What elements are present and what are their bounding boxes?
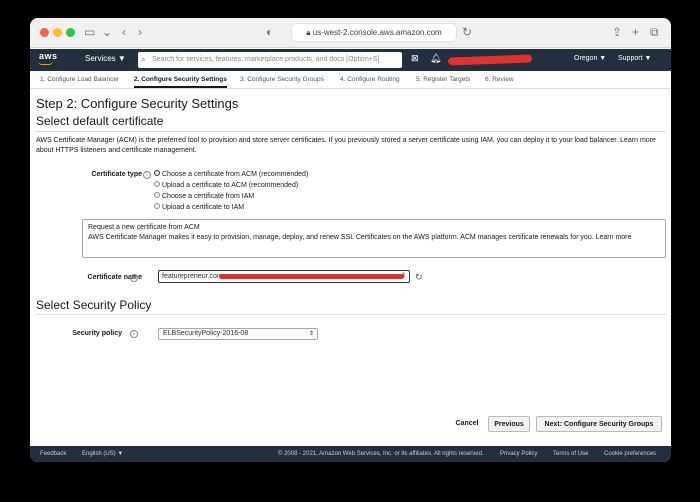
- section-divider: [36, 131, 666, 132]
- certificate-name-select[interactable]: featurepreneur.com ⇕: [158, 270, 410, 283]
- address-bar[interactable]: 🔒︎ us-west-2.console.aws.amazon.com: [292, 24, 456, 41]
- cloudshell-icon[interactable]: ⊠: [411, 53, 419, 64]
- acm-info-box: Request a new certificate from ACM AWS C…: [82, 219, 666, 258]
- security-policy-label: Security policy: [72, 330, 122, 337]
- chevron-updown-icon: ⇕: [400, 273, 406, 279]
- refresh-icon[interactable]: ↻: [415, 272, 423, 283]
- chevron-down-icon[interactable]: ⌄: [102, 24, 112, 40]
- step-configure-load-balancer[interactable]: 1. Configure Load Balancer: [40, 76, 119, 83]
- forward-icon[interactable]: ›: [138, 24, 142, 40]
- back-icon[interactable]: ‹: [122, 24, 126, 40]
- copyright-text: © 2008 - 2021, Amazon Web Services, Inc.…: [278, 451, 484, 457]
- info-icon[interactable]: i: [130, 330, 138, 338]
- chevron-updown-icon: ⇕: [308, 331, 314, 337]
- radio-selected-icon: [154, 170, 160, 177]
- bell-icon[interactable]: 🔔︎: [430, 53, 441, 64]
- support-menu[interactable]: Support ▼: [618, 55, 651, 62]
- radio-icon: [154, 203, 160, 210]
- radio-icon: [154, 181, 160, 188]
- services-menu[interactable]: Services ▼: [85, 54, 126, 63]
- page-title: Step 2: Configure Security Settings: [36, 96, 239, 111]
- section-title-security-policy: Select Security Policy: [36, 298, 152, 312]
- language-selector[interactable]: English (US) ▼: [82, 446, 123, 462]
- console-footer: Feedback English (US) ▼ © 2008 - 2021, A…: [30, 446, 671, 462]
- cookie-preferences-link[interactable]: Cookie preferences: [604, 446, 656, 462]
- shield-icon: ◐: [266, 25, 274, 39]
- search-icon: ⌕: [141, 55, 146, 64]
- search-input[interactable]: ⌕ Search for services, features, marketp…: [138, 52, 402, 68]
- tab-overview-icon[interactable]: ⧉: [650, 24, 659, 40]
- radio-icon: [154, 192, 160, 199]
- close-window-button[interactable]: [40, 28, 49, 37]
- step-configure-security-groups[interactable]: 3. Configure Security Groups: [240, 76, 324, 83]
- info-icon[interactable]: i: [143, 171, 151, 179]
- radio-upload-iam[interactable]: Upload a certificate to IAM: [154, 203, 244, 211]
- radio-choose-iam[interactable]: Choose a certificate from IAM: [154, 192, 254, 200]
- aws-logo[interactable]: aws: [39, 51, 58, 61]
- step-review[interactable]: 6. Review: [485, 76, 514, 83]
- security-policy-value: ELBSecurityPolicy-2016-08: [163, 330, 249, 337]
- radio-choose-acm[interactable]: Choose a certificate from ACM (recommend…: [154, 170, 308, 178]
- certificate-name-value: featurepreneur.com: [162, 273, 223, 280]
- reload-icon[interactable]: ↻: [462, 24, 472, 40]
- aws-logo-smile: [38, 61, 53, 65]
- browser-toolbar: ▭ ⌄ ‹ › ◐ 🔒︎ us-west-2.console.aws.amazo…: [30, 18, 671, 48]
- share-icon[interactable]: ⇪: [612, 24, 622, 40]
- new-tab-icon[interactable]: +: [632, 24, 639, 40]
- terms-of-use-link[interactable]: Terms of Use: [553, 446, 588, 462]
- acm-request-link[interactable]: Request a new certificate from ACM: [88, 223, 660, 233]
- sidebar-icon[interactable]: ▭: [84, 24, 95, 40]
- privacy-policy-link[interactable]: Privacy Policy: [500, 446, 537, 462]
- step-configure-security-settings[interactable]: 2. Configure Security Settings: [134, 76, 227, 88]
- redacted-certificate-id: [219, 274, 404, 279]
- next-configure-security-groups-button[interactable]: Next: Configure Security Groups: [536, 416, 662, 432]
- step-register-targets[interactable]: 5. Register Targets: [416, 76, 470, 83]
- wizard-steps: 1. Configure Load Balancer 2. Configure …: [30, 71, 671, 89]
- url-text: us-west-2.console.aws.amazon.com: [312, 28, 442, 37]
- feedback-link[interactable]: Feedback: [40, 446, 66, 462]
- certificate-name-label: Certificate name: [87, 274, 142, 281]
- browser-window: ▭ ⌄ ‹ › ◐ 🔒︎ us-west-2.console.aws.amazo…: [30, 18, 671, 462]
- minimize-window-button[interactable]: [53, 28, 62, 37]
- region-selector[interactable]: Oregon ▼: [574, 55, 606, 62]
- acm-info-text: AWS Certificate Manager makes it easy to…: [88, 234, 632, 241]
- search-placeholder: Search for services, features, marketpla…: [152, 56, 380, 63]
- previous-button[interactable]: Previous: [488, 416, 530, 432]
- cancel-button[interactable]: Cancel: [450, 416, 484, 432]
- redacted-account-name: [447, 54, 533, 66]
- section-title-default-certificate: Select default certificate: [36, 114, 164, 128]
- radio-upload-acm[interactable]: Upload a certificate to ACM (recommended…: [154, 181, 298, 189]
- security-policy-select[interactable]: ELBSecurityPolicy-2016-08 ⇕: [158, 328, 318, 340]
- zoom-window-button[interactable]: [66, 28, 75, 37]
- certificate-type-label: Certificate type: [91, 171, 142, 178]
- section-divider: [36, 314, 666, 315]
- step-configure-routing[interactable]: 4. Configure Routing: [340, 76, 400, 83]
- acm-description: AWS Certificate Manager (ACM) is the pre…: [36, 137, 656, 154]
- aws-top-nav: aws Services ▼ ⌕ Search for services, fe…: [30, 49, 671, 71]
- info-icon[interactable]: i: [130, 274, 138, 282]
